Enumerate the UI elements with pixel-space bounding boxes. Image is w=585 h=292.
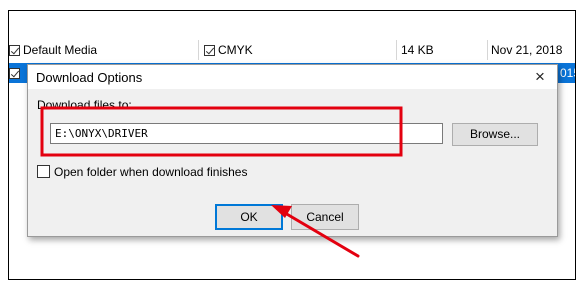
open-folder-option[interactable]: Open folder when download finishes (37, 165, 247, 179)
dialog-title: Download Options (36, 70, 143, 85)
selected-date-value: 015 (560, 66, 575, 80)
colorspace-value: CMYK (218, 43, 253, 57)
colorspace-cell: CMYK (198, 40, 253, 60)
date-value: Nov 21, 2018 (491, 43, 563, 57)
open-folder-checkbox[interactable] (37, 165, 50, 178)
checkbox-icon[interactable] (9, 68, 20, 79)
size-value: 14 KB (401, 43, 434, 57)
download-location-label: Download files to: (37, 98, 132, 112)
size-cell: 14 KB (396, 40, 434, 60)
selected-date-cell: 015 (560, 63, 575, 83)
browse-button[interactable]: Browse... (452, 123, 538, 146)
checkbox-icon[interactable] (9, 45, 20, 56)
selected-checkbox-cell (9, 63, 23, 83)
ok-button[interactable]: OK (215, 204, 283, 230)
open-folder-label: Open folder when download finishes (54, 165, 248, 179)
date-cell: Nov 21, 2018 (487, 40, 562, 60)
media-name: Default Media (23, 43, 98, 57)
download-path-input[interactable] (50, 123, 443, 144)
checkbox-icon[interactable] (204, 45, 215, 56)
dialog-titlebar: Download Options × (28, 65, 557, 89)
download-options-dialog: Download Options × Download files to: Br… (27, 64, 558, 237)
close-icon[interactable]: × (529, 66, 551, 88)
list-item[interactable]: Default Media CMYK 14 KB Nov 21, 2018 (9, 40, 575, 60)
screenshot-frame: Default Media CMYK 14 KB Nov 21, 2018 01… (8, 10, 576, 280)
cancel-button[interactable]: Cancel (291, 204, 359, 230)
media-name-cell: Default Media (9, 40, 97, 60)
